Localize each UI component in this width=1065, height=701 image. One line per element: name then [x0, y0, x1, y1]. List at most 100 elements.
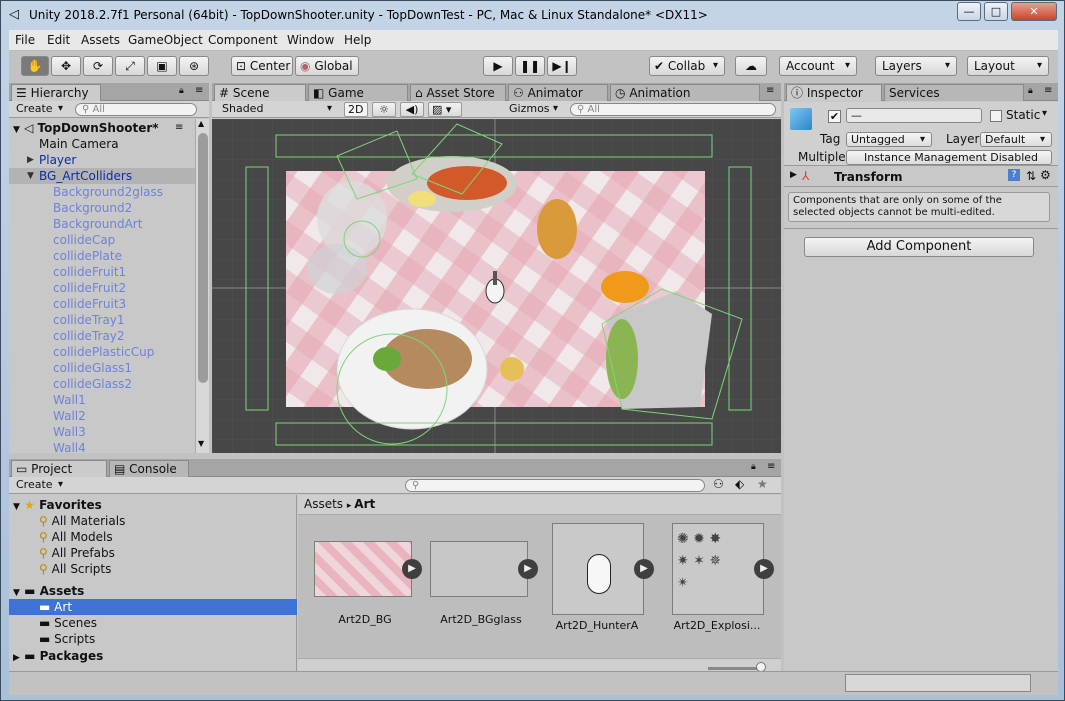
hierarchy-search-input[interactable]: ⚲ All [75, 103, 197, 116]
scene-root-row[interactable]: ▼ ◁ TopDownShooter* ≡ [9, 120, 195, 136]
layers-dropdown[interactable]: Layers [875, 56, 957, 76]
scrollbar-thumb[interactable] [198, 133, 208, 383]
scene-search-input[interactable]: ⚲ All [570, 103, 776, 116]
cloud-button[interactable]: ☁ [735, 56, 767, 76]
static-checkbox[interactable] [990, 110, 1002, 122]
move-tool-button[interactable]: ✥ [51, 56, 81, 76]
scene-viewport[interactable] [212, 119, 781, 453]
collapse-arrow-icon[interactable]: ▶ [790, 170, 797, 180]
maximize-button[interactable]: □ [984, 2, 1008, 21]
hierarchy-scrollbar[interactable]: ▲ ▼ [195, 119, 209, 453]
tab-services[interactable]: Services [884, 84, 1024, 101]
folder-item-scenes[interactable]: ▬ Scenes [39, 615, 97, 631]
panel-menu-icon[interactable]: ≡ [195, 85, 203, 96]
space-toggle[interactable]: ◉ Global [295, 56, 359, 76]
expand-arrow-icon[interactable]: ▼ [27, 168, 34, 184]
tab-game[interactable]: ◧ Game [308, 84, 408, 101]
hierarchy-item[interactable]: collideGlass1 [9, 360, 195, 376]
filter-type-icon[interactable]: ⚇ [713, 477, 724, 491]
favorite-item[interactable]: ⚲ All Scripts [39, 561, 111, 577]
collapse-arrow-icon[interactable]: ▶ [27, 152, 34, 168]
toggle-2d-button[interactable]: 2D [344, 102, 368, 117]
active-checkbox[interactable]: ✔ [828, 110, 841, 123]
hierarchy-item[interactable]: collideFruit2 [9, 280, 195, 296]
menu-component[interactable]: Component [208, 33, 278, 47]
hierarchy-item[interactable]: ▶ Player [9, 152, 195, 168]
transform-tool-button[interactable]: ⊛ [179, 56, 209, 76]
hierarchy-item[interactable]: collideTray1 [9, 312, 195, 328]
menu-window[interactable]: Window [287, 33, 334, 47]
lighting-toggle[interactable]: ☼ [372, 102, 396, 117]
hierarchy-item[interactable]: Main Camera [9, 136, 195, 152]
hand-tool-button[interactable]: ✋ [21, 56, 49, 76]
pivot-toggle[interactable]: ⊡ Center [231, 56, 293, 76]
hierarchy-item[interactable]: collideCap [9, 232, 195, 248]
lock-icon[interactable]: 🔒︎ [751, 462, 756, 472]
rect-tool-button[interactable]: ▣ [147, 56, 177, 76]
favorite-star-icon[interactable]: ★ [757, 477, 768, 491]
pause-button[interactable]: ❚❚ [515, 56, 545, 76]
tab-console[interactable]: ▤ Console [109, 460, 189, 477]
play-button[interactable]: ▶ [483, 56, 513, 76]
close-button[interactable]: ✕ [1011, 2, 1057, 21]
hierarchy-item[interactable]: collideGlass2 [9, 376, 195, 392]
expand-play-icon[interactable]: ▶ [754, 559, 774, 579]
hierarchy-item[interactable]: Wall2 [9, 408, 195, 424]
transform-header[interactable]: ▶ ⅄ Transform ? ⇅ ⚙ [784, 167, 1058, 187]
hierarchy-item[interactable]: Wall3 [9, 424, 195, 440]
project-create-button[interactable]: Create [13, 478, 69, 493]
audio-toggle[interactable]: ◀) [400, 102, 424, 117]
add-component-button[interactable]: Add Component [804, 237, 1034, 257]
tab-animation[interactable]: ◷ Animation [610, 84, 760, 101]
scene-menu-icon[interactable]: ≡ [175, 120, 183, 136]
asset-item[interactable]: ▶ Art2D_BG [310, 523, 426, 633]
favorites-row[interactable]: ▼ ★ Favorites [9, 497, 297, 513]
folder-item-art[interactable]: ▬ Art [9, 599, 297, 615]
lock-icon[interactable]: 🔒︎ [179, 86, 184, 96]
hierarchy-item[interactable]: Wall1 [9, 392, 195, 408]
expand-play-icon[interactable]: ▶ [402, 559, 422, 579]
asset-item[interactable]: ✺ ✹ ✸ ✷ ✶ ✵ ✴ ▶ Art2D_Explosi... [662, 523, 778, 633]
favorite-item[interactable]: ⚲ All Prefabs [39, 545, 115, 561]
tab-animator[interactable]: ⚇ Animator [508, 84, 608, 101]
static-dropdown-arrow[interactable]: ▾ [1042, 108, 1047, 119]
project-search-input[interactable]: ⚲ [405, 479, 705, 492]
assets-folder-row[interactable]: ▼ ▬ Assets [9, 583, 297, 599]
expand-play-icon[interactable]: ▶ [634, 559, 654, 579]
scrollbar-up-arrow[interactable]: ▲ [198, 119, 204, 128]
folder-item-scripts[interactable]: ▬ Scripts [39, 631, 95, 647]
shading-dropdown[interactable]: Shaded [214, 102, 338, 117]
menu-gameobject[interactable]: GameObject [128, 33, 203, 47]
tab-hierarchy[interactable]: ☰ Hierarchy [11, 84, 101, 101]
hierarchy-item[interactable]: collideFruit1 [9, 264, 195, 280]
favorite-item[interactable]: ⚲ All Materials [39, 513, 125, 529]
layout-dropdown[interactable]: Layout [967, 56, 1049, 76]
panel-menu-icon[interactable]: ≡ [766, 85, 774, 96]
gizmos-dropdown[interactable]: Gizmos [506, 102, 564, 117]
tab-project[interactable]: ▭ Project [11, 460, 107, 477]
panel-menu-icon[interactable]: ≡ [1044, 85, 1052, 96]
name-field[interactable]: — [846, 108, 982, 123]
menu-file[interactable]: File [15, 33, 35, 47]
asset-item[interactable]: ▶ Art2D_BGglass [426, 523, 542, 633]
hierarchy-item[interactable]: ▼ BG_ArtColliders [9, 168, 195, 184]
hierarchy-item[interactable]: Background2glass [9, 184, 195, 200]
hierarchy-item[interactable]: collidePlate [9, 248, 195, 264]
breadcrumb-assets[interactable]: Assets [304, 497, 343, 511]
help-icon[interactable]: ? [1008, 169, 1020, 181]
account-dropdown[interactable]: Account [779, 56, 857, 76]
breadcrumb-art[interactable]: Art [354, 497, 375, 511]
filter-label-icon[interactable]: ⬖ [735, 477, 744, 491]
hierarchy-item[interactable]: BackgroundArt [9, 216, 195, 232]
effects-toggle[interactable]: ▨ ▾ [428, 102, 462, 117]
layer-dropdown[interactable]: Default [980, 132, 1052, 147]
scale-tool-button[interactable]: ⤢ [115, 56, 145, 76]
preset-icon[interactable]: ⇅ [1026, 169, 1036, 183]
asset-item[interactable]: ▶ Art2D_HunterA [542, 523, 658, 633]
hierarchy-item[interactable]: Background2 [9, 200, 195, 216]
tab-asset-store[interactable]: ⌂ Asset Store [410, 84, 506, 101]
tag-dropdown[interactable]: Untagged [846, 132, 932, 147]
menu-assets[interactable]: Assets [81, 33, 120, 47]
hierarchy-create-button[interactable]: Create [13, 102, 69, 117]
packages-folder-row[interactable]: ▶ ▬ Packages [9, 648, 297, 664]
